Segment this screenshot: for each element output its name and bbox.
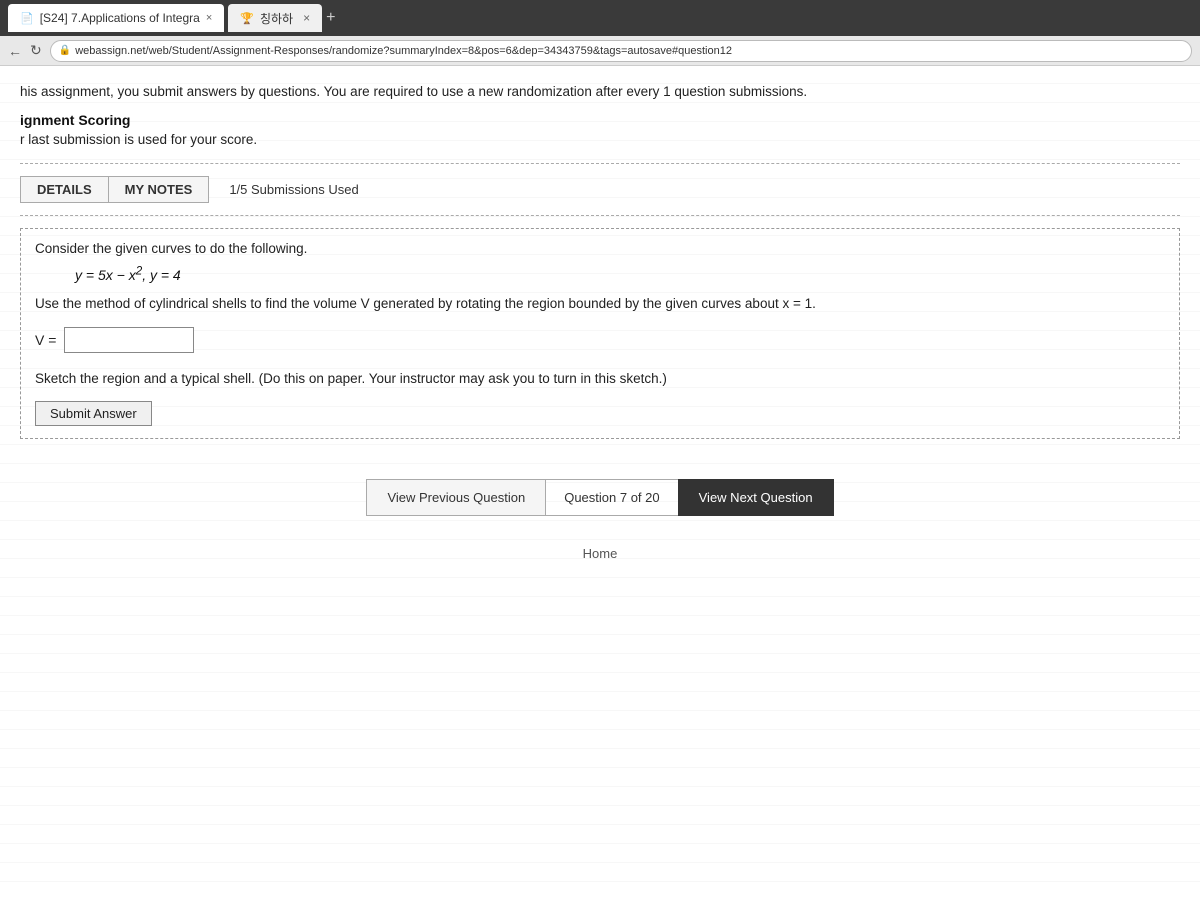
tab-close-korean[interactable]: × [303,11,310,25]
tab-close-applications[interactable]: × [206,12,212,24]
home-link-row: Home [20,546,1180,561]
main-content: his assignment, you submit answers by qu… [0,66,1200,900]
bottom-nav: View Previous Question Question 7 of 20 … [20,479,1180,536]
address-bar: ← ↻ 🔒 webassign.net/web/Student/Assignme… [0,36,1200,66]
math-equation: y = 5x − x2, y = 4 [75,264,1165,283]
answer-label: V = [35,332,56,348]
question-body: Use the method of cylindrical shells to … [35,293,1165,315]
scoring-text: r last submission is used for your score… [20,132,1180,147]
intro-text: his assignment, you submit answers by qu… [20,82,1180,102]
view-previous-question-button[interactable]: View Previous Question [366,479,546,516]
browser-chrome: 📄 [S24] 7.Applications of Integra × 🏆 칭하… [0,0,1200,36]
tab-label-korean: 칭하하 [260,10,293,27]
my-notes-tab[interactable]: MY NOTES [108,176,210,203]
home-label: Home [583,546,618,561]
answer-input[interactable] [64,327,194,353]
question-intro: Consider the given curves to do the foll… [35,241,1165,256]
url-text: webassign.net/web/Student/Assignment-Res… [75,45,732,57]
question-box: Consider the given curves to do the foll… [20,228,1180,439]
new-tab-button[interactable]: + [326,9,335,27]
back-button[interactable]: ← [8,43,22,59]
submissions-used: 1/5 Submissions Used [229,182,358,197]
answer-row: V = [35,327,1165,353]
scoring-header: ignment Scoring [20,112,1180,128]
tab-icon-applications: 📄 [20,12,34,25]
tab-applications[interactable]: 📄 [S24] 7.Applications of Integra × [8,4,224,32]
content-inner: his assignment, you submit answers by qu… [20,82,1180,561]
tab-label-applications: [S24] 7.Applications of Integra [40,11,200,25]
divider-1 [20,163,1180,164]
lock-icon: 🔒 [59,45,71,56]
equation-text: y = 5x − x2, y = 4 [75,267,181,283]
tabs-row: DETAILS MY NOTES 1/5 Submissions Used [20,176,1180,203]
url-box[interactable]: 🔒 webassign.net/web/Student/Assignment-R… [50,40,1192,62]
question-counter: Question 7 of 20 [546,479,677,516]
view-next-question-button[interactable]: View Next Question [678,479,834,516]
sketch-text: Sketch the region and a typical shell. (… [35,369,1165,389]
tab-korean[interactable]: 🏆 칭하하 × [228,4,322,32]
divider-2 [20,215,1180,216]
tab-icon-korean: 🏆 [240,12,254,25]
details-tab[interactable]: DETAILS [20,176,108,203]
tab-bar: 📄 [S24] 7.Applications of Integra × 🏆 칭하… [8,4,1192,32]
submit-answer-button[interactable]: Submit Answer [35,401,152,426]
refresh-button[interactable]: ↻ [30,42,42,59]
